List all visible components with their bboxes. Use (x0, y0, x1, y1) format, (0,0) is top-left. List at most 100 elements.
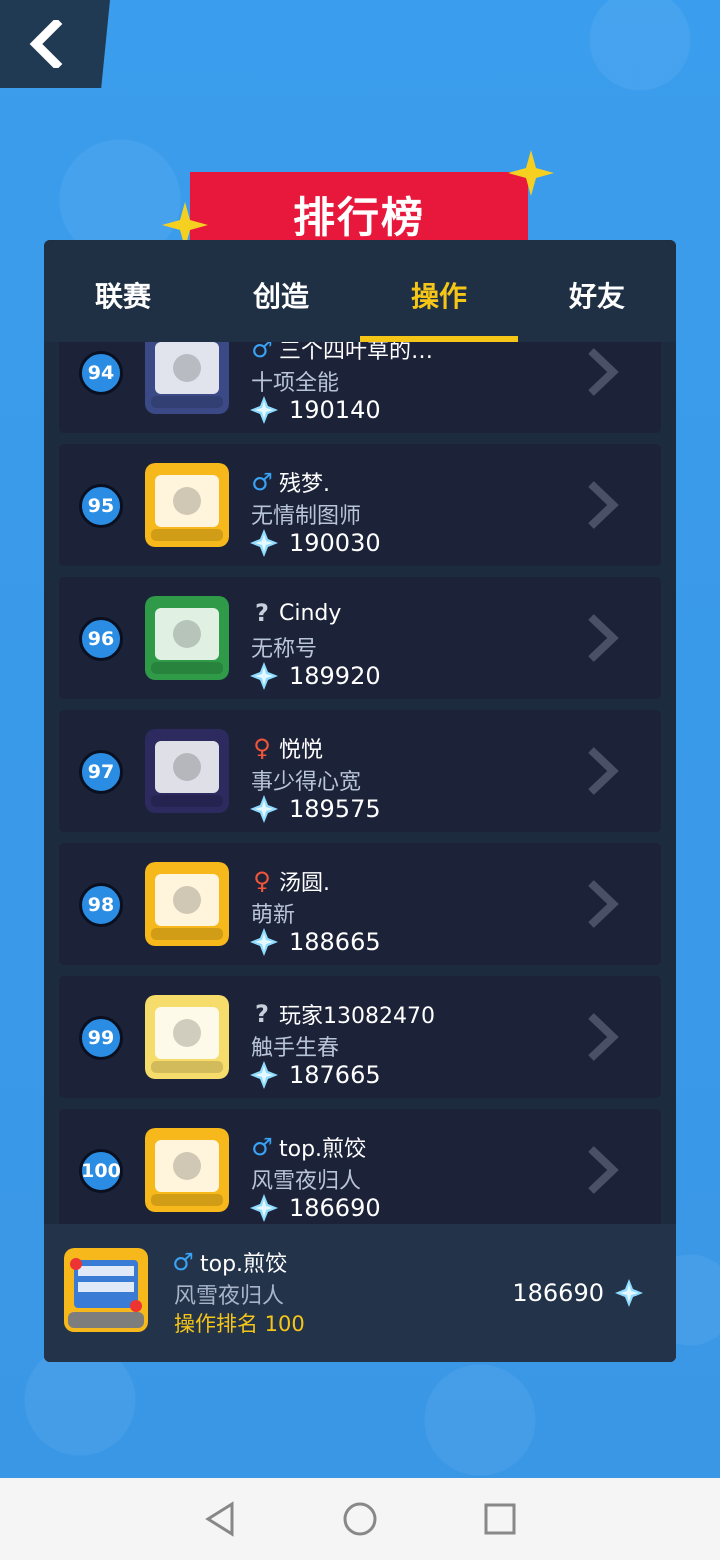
female-icon: ♀ (253, 867, 271, 895)
player-score: 187665 (249, 1060, 381, 1090)
chevron-right-icon (588, 481, 619, 529)
player-name: ? Cindy (249, 599, 341, 627)
system-nav-bar (0, 1478, 720, 1560)
my-name: ♂ top.煎饺 (170, 1246, 287, 1278)
player-score-value: 189920 (289, 662, 381, 690)
my-name-text: top.煎饺 (200, 1252, 288, 1277)
male-icon: ♂ (172, 1248, 194, 1276)
player-name: ♂ 三个四叶草的… (249, 342, 433, 365)
tab-bar: 联赛 创造 操作 好友 (44, 240, 676, 342)
my-score: 186690 (512, 1278, 644, 1308)
male-icon: ♂ (251, 342, 273, 363)
player-avatar (145, 463, 229, 547)
ranking-list[interactable]: 94 ♂ 三个四叶草的… 十项全能 190140 95 ♂ 残梦. 无情制图师 190030 96?… (44, 342, 676, 1224)
diamond-icon (250, 396, 278, 424)
tab-friends[interactable]: 好友 (518, 240, 676, 342)
diamond-icon (250, 1061, 278, 1089)
player-title: 风雪夜归人 (251, 1169, 362, 1194)
player-score: 188665 (249, 927, 381, 957)
leaderboard-row[interactable]: 98 ♀ 汤圆. 萌新 188665 (59, 843, 661, 965)
player-score-value: 190030 (289, 529, 381, 557)
player-score-value: 188665 (289, 928, 381, 956)
player-name-text: 汤圆. (279, 871, 330, 896)
diamond-icon (250, 529, 278, 557)
rank-badge: 97 (79, 750, 123, 794)
leaderboard-row[interactable]: 95 ♂ 残梦. 无情制图师 190030 (59, 444, 661, 566)
player-score: 189920 (249, 661, 381, 691)
player-title: 触手生春 (251, 1036, 340, 1061)
male-icon: ♂ (251, 468, 273, 496)
my-score-value: 186690 (512, 1279, 604, 1307)
player-avatar (145, 342, 229, 414)
rank-badge: 98 (79, 883, 123, 927)
player-name-text: 残梦. (279, 472, 330, 497)
leaderboard-row[interactable]: 96? Cindy 无称号 189920 (59, 577, 661, 699)
player-name-text: top.煎饺 (279, 1137, 367, 1162)
player-title: 无情制图师 (251, 504, 362, 529)
square-recents-icon (484, 1503, 516, 1535)
player-name: ♂ 残梦. (249, 466, 330, 498)
diamond-icon (250, 662, 278, 690)
triangle-back-icon (205, 1501, 234, 1537)
chevron-right-icon (588, 1013, 619, 1061)
tab-create[interactable]: 创造 (202, 240, 360, 342)
nav-recents-button[interactable] (480, 1499, 520, 1539)
chevron-right-icon (588, 348, 619, 396)
player-title: 事少得心宽 (251, 770, 362, 795)
back-button[interactable] (0, 0, 110, 88)
player-score: 186690 (249, 1193, 381, 1223)
leaderboard-row[interactable]: 97 ♀ 悦悦事少得心宽 189575 (59, 710, 661, 832)
player-score-value: 186690 (289, 1194, 381, 1222)
player-score: 189575 (249, 794, 381, 824)
rank-badge: 96 (79, 617, 123, 661)
rank-badge: 94 (79, 351, 123, 395)
tab-operation[interactable]: 操作 (360, 240, 518, 342)
leaderboard-row[interactable]: 99 ? 玩家13082470 触手生春 187665 (59, 976, 661, 1098)
player-avatar (145, 995, 229, 1079)
diamond-icon (250, 795, 278, 823)
player-avatar (145, 1128, 229, 1212)
chevron-right-icon (588, 880, 619, 928)
leaderboard-row[interactable]: 100 ♂ top.煎饺风雪夜归人 186690 (59, 1109, 661, 1224)
leaderboard-panel: 联赛 创造 操作 好友 94 ♂ 三个四叶草的… 十项全能 190140 95 ♂ 残梦. 无情… (44, 240, 676, 1362)
unknown-gender-icon: ? (255, 599, 269, 627)
my-rank-text: 操作排名 100 (174, 1312, 305, 1336)
player-score: 190140 (249, 395, 381, 425)
player-score-value: 187665 (289, 1061, 381, 1089)
leaderboard-row[interactable]: 94 ♂ 三个四叶草的… 十项全能 190140 (59, 342, 661, 433)
diamond-icon (615, 1279, 643, 1307)
my-avatar (64, 1248, 152, 1336)
rank-badge: 99 (79, 1016, 123, 1060)
player-avatar (145, 729, 229, 813)
nav-home-button[interactable] (340, 1499, 380, 1539)
rank-badge: 100 (79, 1149, 123, 1193)
player-name-text: 悦悦 (279, 738, 324, 763)
my-title: 风雪夜归人 (174, 1284, 285, 1309)
player-score-value: 190140 (289, 396, 381, 424)
player-name-text: Cindy (279, 600, 342, 626)
nav-back-button[interactable] (200, 1499, 240, 1539)
player-avatar (145, 862, 229, 946)
diamond-icon (250, 1194, 278, 1222)
tab-league[interactable]: 联赛 (44, 240, 202, 342)
female-icon: ♀ (253, 734, 271, 762)
player-name: ? 玩家13082470 (249, 998, 435, 1030)
player-name-text: 三个四叶草的… (279, 342, 434, 364)
sparkle-star-icon (508, 150, 554, 196)
player-score-value: 189575 (289, 795, 381, 823)
my-ranking-bar: ♂ top.煎饺 风雪夜归人 操作排名 100 186690 (44, 1224, 676, 1362)
unknown-gender-icon: ? (255, 1000, 269, 1028)
player-score: 190030 (249, 528, 381, 558)
player-title: 无称号 (251, 637, 318, 662)
player-title: 萌新 (251, 903, 296, 928)
player-name: ♂ top.煎饺 (249, 1131, 366, 1163)
chevron-right-icon (588, 614, 619, 662)
player-name: ♀ 汤圆. (249, 865, 330, 897)
player-title: 十项全能 (251, 371, 340, 396)
chevron-right-icon (588, 1146, 619, 1194)
player-avatar (145, 596, 229, 680)
chevron-right-icon (588, 747, 619, 795)
male-icon: ♂ (251, 1133, 273, 1161)
player-name: ♀ 悦悦 (249, 732, 323, 764)
diamond-icon (250, 928, 278, 956)
